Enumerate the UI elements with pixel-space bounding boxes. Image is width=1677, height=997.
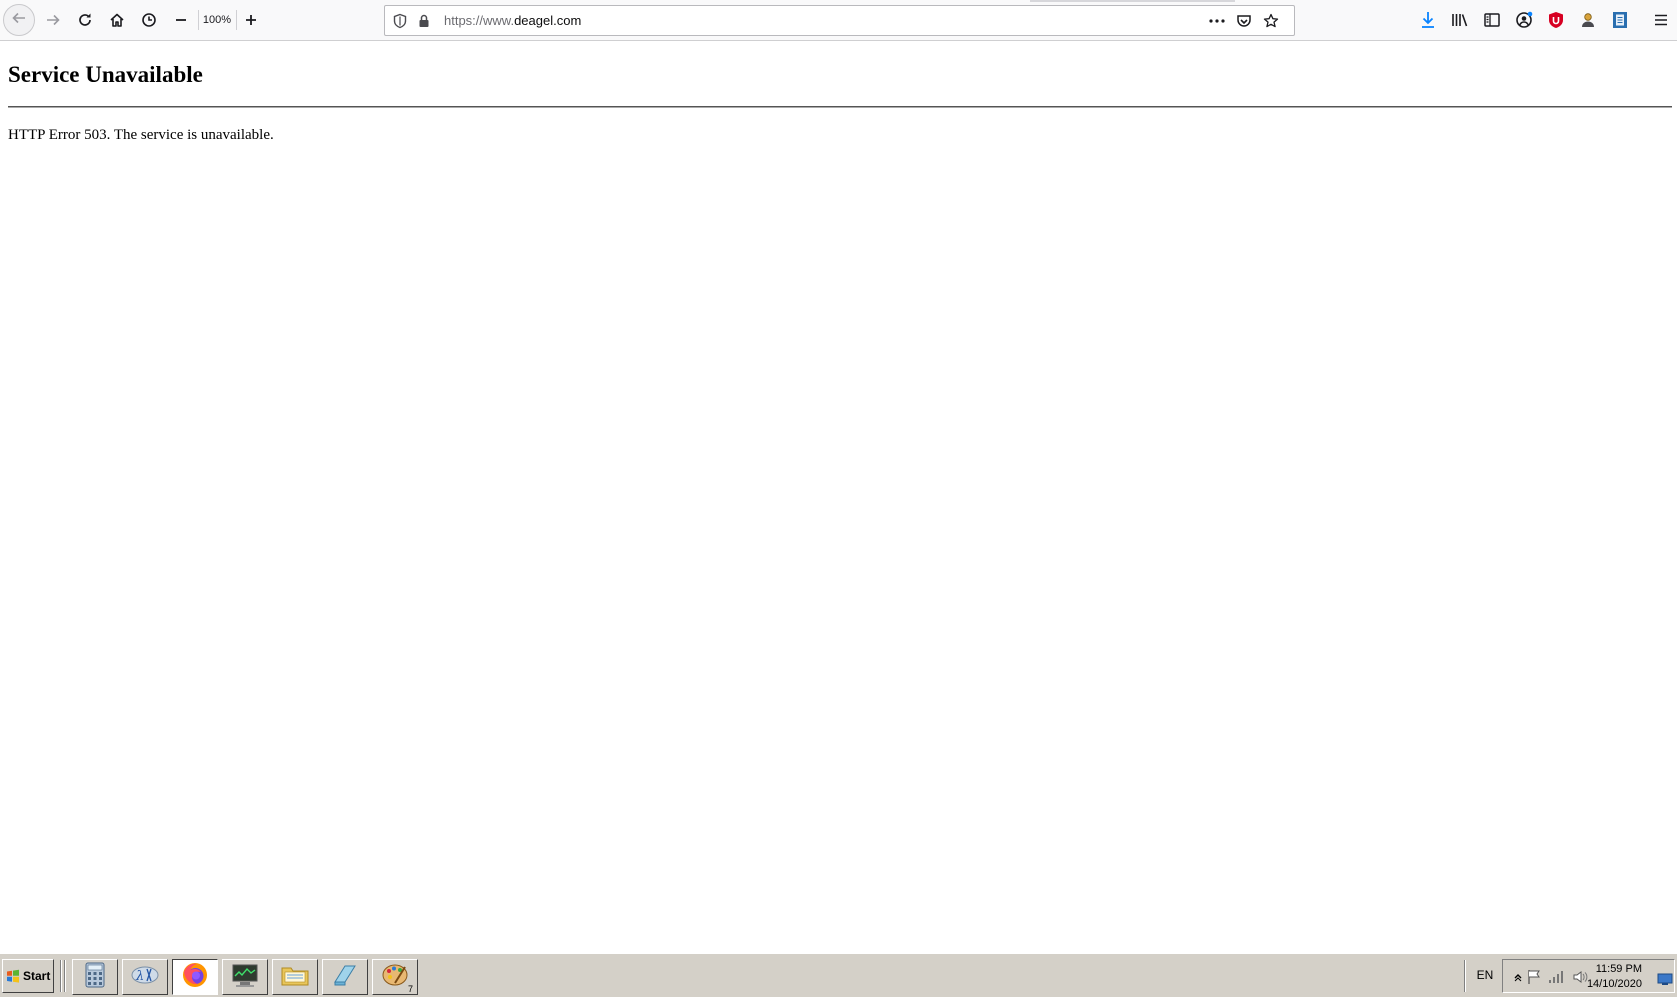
monitor-icon <box>230 962 260 992</box>
quicklaunch-divider <box>60 960 62 992</box>
url-text[interactable]: https://www.deagel.com <box>444 6 581 35</box>
main-menu-button[interactable] <box>1646 6 1676 34</box>
downloads-button[interactable] <box>1413 6 1443 34</box>
clock-time[interactable]: 11:59 PM <box>1578 963 1642 975</box>
paint-palette-icon <box>381 961 409 993</box>
folder-icon <box>280 962 310 992</box>
active-tab-indicator <box>1030 0 1235 2</box>
library-icon <box>1451 12 1469 28</box>
more-dots-icon[interactable] <box>1208 12 1226 30</box>
lambda-icon: λ <box>130 964 160 990</box>
calculator-icon <box>84 962 106 992</box>
quicklaunch-divider-2 <box>64 960 66 992</box>
account-icon <box>1515 11 1533 29</box>
taskbar-item-network-monitor[interactable] <box>222 959 268 995</box>
history-button[interactable] <box>134 6 164 34</box>
error-message: HTTP Error 503. The service is unavailab… <box>8 127 274 143</box>
page-content: Service Unavailable HTTP Error 503. The … <box>0 41 1677 953</box>
taskbar-item-firefox[interactable] <box>172 959 218 995</box>
minus-icon <box>174 13 188 27</box>
extension-button[interactable] <box>1573 6 1603 34</box>
ublock-button[interactable] <box>1541 6 1571 34</box>
clock-date[interactable]: 14/10/2020 <box>1578 978 1642 990</box>
back-button[interactable] <box>3 4 35 36</box>
taskbar-item-lambda-app[interactable]: λ <box>122 959 168 995</box>
screen: 100% https://www.deagel.com Service Unav… <box>0 0 1677 997</box>
start-button[interactable]: Start <box>2 959 54 993</box>
notepad-icon <box>331 962 359 992</box>
browser-toolbar: 100% https://www.deagel.com <box>0 0 1677 41</box>
back-arrow-icon <box>11 10 27 30</box>
zoom-in-button[interactable] <box>236 6 266 34</box>
divider <box>8 106 1672 108</box>
taskbar-item-file-explorer[interactable] <box>272 959 318 995</box>
forward-arrow-icon <box>45 12 61 28</box>
shield-icon[interactable] <box>391 12 409 30</box>
download-icon <box>1420 11 1436 29</box>
url-bar[interactable]: https://www.deagel.com <box>384 5 1295 36</box>
star-icon[interactable] <box>1262 12 1280 30</box>
sidebar-icon <box>1484 13 1500 27</box>
pocket-icon[interactable] <box>1235 12 1253 30</box>
hamburger-menu-icon <box>1654 13 1668 27</box>
zoom-out-button[interactable] <box>166 6 196 34</box>
firefox-icon <box>181 961 209 993</box>
start-label: Start <box>23 969 51 983</box>
page-title: Service Unavailable <box>8 62 203 87</box>
library-button[interactable] <box>1445 6 1475 34</box>
ublock-icon <box>1548 11 1564 29</box>
network-signal-icon[interactable] <box>1548 968 1566 986</box>
taskbar-item-count: 7 <box>407 984 413 994</box>
show-desktop-icon[interactable] <box>1656 970 1674 988</box>
zoom-reset-button[interactable]: 100% <box>199 12 235 28</box>
sidebar-button[interactable] <box>1477 6 1507 34</box>
taskbar-item-paint[interactable]: 7 <box>372 959 418 995</box>
account-button[interactable] <box>1509 6 1539 34</box>
home-icon <box>109 12 125 28</box>
url-host: deagel.com <box>514 13 582 28</box>
lock-icon[interactable] <box>415 12 433 30</box>
home-button[interactable] <box>102 6 132 34</box>
history-clock-icon <box>141 12 157 28</box>
forward-button[interactable] <box>38 6 68 34</box>
reload-button[interactable] <box>70 6 100 34</box>
action-center-flag-icon[interactable] <box>1525 968 1543 986</box>
reload-icon <box>77 12 93 28</box>
language-indicator[interactable]: EN <box>1469 966 1501 984</box>
svg-text:λ: λ <box>135 969 144 984</box>
taskbar-item-notepad[interactable] <box>322 959 368 995</box>
url-protocol: https://www. <box>444 13 515 28</box>
tray-divider <box>1464 960 1466 992</box>
system-tray: 11:59 PM 14/10/2020 <box>1502 959 1675 993</box>
extension-icon <box>1579 11 1597 29</box>
windows-flag-icon <box>6 969 20 983</box>
plus-icon <box>244 13 258 27</box>
reader-icon <box>1612 11 1628 29</box>
taskbar-item-calculator[interactable] <box>72 959 118 995</box>
taskbar: Start λ 7 EN 11:59 PM 14/10/2020 <box>0 953 1677 997</box>
reader-button[interactable] <box>1605 6 1635 34</box>
